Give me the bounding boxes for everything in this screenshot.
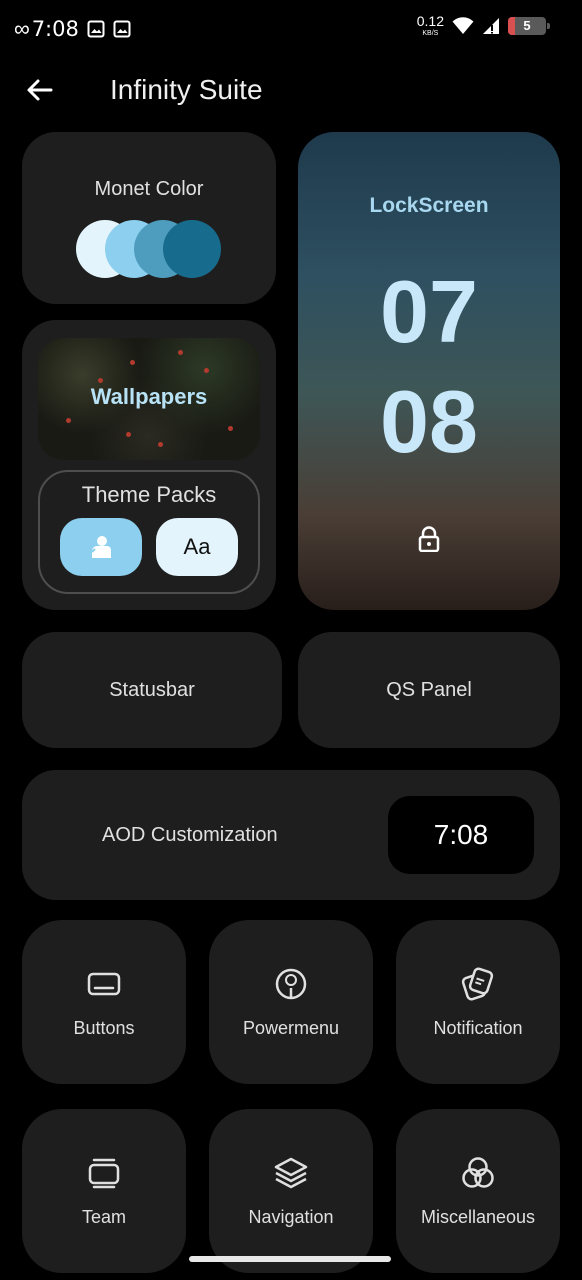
lock-icon xyxy=(418,526,440,552)
aod-clock-preview: 7:08 xyxy=(388,796,534,874)
color-swatches xyxy=(76,220,226,278)
tile-label: Navigation xyxy=(248,1207,334,1227)
battery-icon: 5 xyxy=(508,16,550,35)
layers-icon xyxy=(274,1157,308,1189)
tile-miscellaneous[interactable]: Miscellaneous xyxy=(396,1109,560,1273)
page-title: Infinity Suite xyxy=(110,74,263,105)
status-right: 0.12 KB/S 5 xyxy=(417,14,550,37)
circles-icon xyxy=(462,1157,494,1188)
aod-customization-card[interactable]: AOD Customization 7:08 xyxy=(22,770,560,900)
lockscreen-card[interactable]: LockScreen 07 08 xyxy=(298,132,560,610)
tile-label: Powermenu xyxy=(242,1018,340,1038)
aod-label: AOD Customization xyxy=(102,824,278,846)
wifi-icon xyxy=(452,16,474,34)
monet-color-label: Monet Color xyxy=(94,178,204,200)
lockscreen-hour: 07 xyxy=(380,262,478,361)
color-swatch xyxy=(163,220,221,278)
theme-packs-label: Theme Packs xyxy=(81,482,217,507)
arrow-left-icon[interactable] xyxy=(24,74,56,106)
tile-label: Miscellaneous xyxy=(420,1207,536,1227)
network-speed: 0.12 KB/S xyxy=(417,14,444,37)
battery-level: 5 xyxy=(523,18,531,33)
tile-navigation[interactable]: Navigation xyxy=(209,1109,373,1273)
wallpapers-label: Wallpapers xyxy=(90,384,208,409)
statusbar-label: Statusbar xyxy=(109,678,195,701)
qs-panel-card[interactable]: QS Panel xyxy=(298,632,560,748)
lockscreen-label: LockScreen xyxy=(369,194,489,217)
tile-team[interactable]: Team xyxy=(22,1109,186,1273)
tile-label: Buttons xyxy=(73,1018,135,1038)
image-icon xyxy=(87,20,105,38)
monet-color-card[interactable]: Monet Color xyxy=(22,132,276,304)
gesture-navigation-bar[interactable] xyxy=(189,1256,391,1262)
icon-pack-button[interactable] xyxy=(60,518,142,576)
network-speed-value: 0.12 xyxy=(416,13,444,29)
power-menu-icon xyxy=(275,968,307,1000)
infinity-icon: ∞ xyxy=(14,16,30,41)
team-icon xyxy=(88,1158,120,1189)
person-icon xyxy=(91,536,111,558)
status-bar: ∞ 7:08 0.12 KB/S 5 xyxy=(0,0,582,56)
theme-packs-card: Theme Packs Aa xyxy=(38,470,260,594)
lockscreen-minute: 08 xyxy=(380,372,478,471)
app-bar: Infinity Suite xyxy=(0,60,582,122)
statusbar-card[interactable]: Statusbar xyxy=(22,632,282,748)
buttons-icon xyxy=(87,972,121,996)
wallpapers-card[interactable]: Wallpapers xyxy=(38,338,260,460)
tile-label: Notification xyxy=(433,1018,523,1038)
notification-icon xyxy=(461,967,494,1001)
wallpapers-theme-group: Wallpapers Theme Packs Aa xyxy=(22,320,276,610)
network-speed-unit: KB/S xyxy=(422,30,439,37)
tile-powermenu[interactable]: Powermenu xyxy=(209,920,373,1084)
tile-notification[interactable]: Notification xyxy=(396,920,560,1084)
tile-label: Team xyxy=(81,1207,126,1227)
status-left: ∞ 7:08 xyxy=(14,16,131,42)
qs-panel-label: QS Panel xyxy=(386,678,472,701)
signal-icon xyxy=(483,17,499,34)
tile-buttons[interactable]: Buttons xyxy=(22,920,186,1084)
image-icon xyxy=(113,20,131,38)
status-time: 7:08 xyxy=(31,17,79,41)
font-pack-button[interactable]: Aa xyxy=(156,518,238,576)
